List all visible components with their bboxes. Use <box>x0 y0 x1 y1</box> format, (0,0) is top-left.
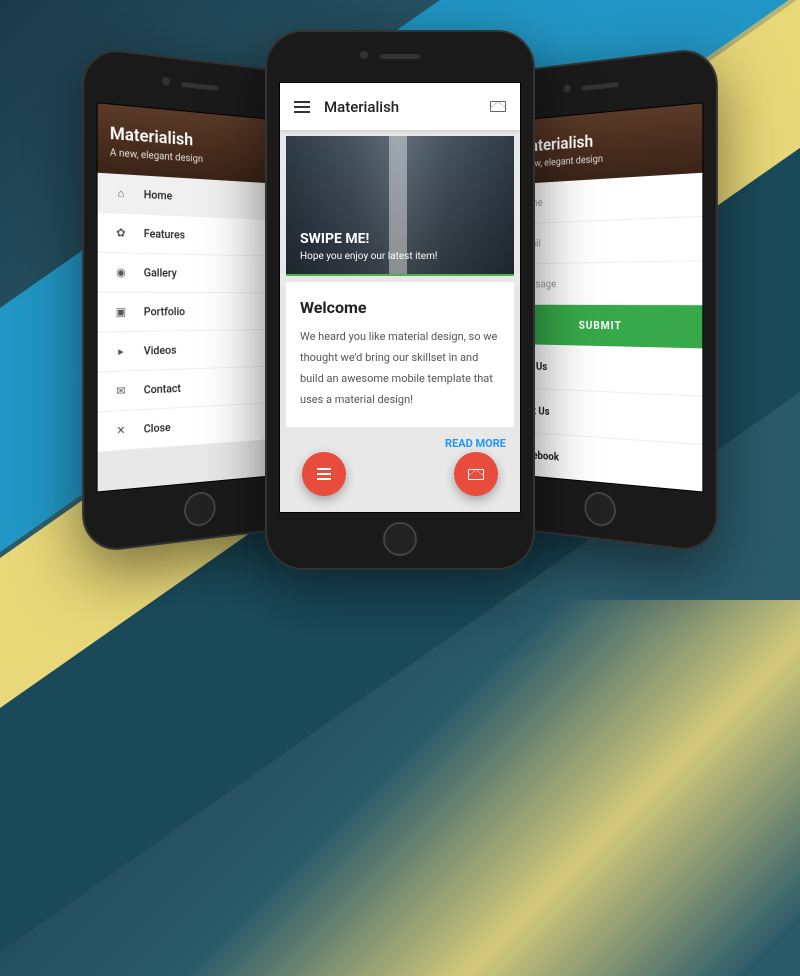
phone-center-main: Materialish SWIPE ME! Hope you enjoy our… <box>265 30 535 570</box>
menu-item-gallery[interactable]: ◉ Gallery <box>98 253 293 294</box>
hero-title: SWIPE ME! <box>300 231 500 247</box>
menu-label: Features <box>144 227 185 242</box>
left-header: Materialish A new, elegant design <box>98 103 293 184</box>
menu-label: Contact <box>144 382 181 397</box>
welcome-body: We heard you like material design, so we… <box>300 327 500 411</box>
welcome-card: Welcome We heard you like material desig… <box>286 282 514 427</box>
fab-menu[interactable] <box>302 452 346 496</box>
hero-accent <box>286 274 514 276</box>
right-header: Materialish A new, elegant design <box>507 103 702 184</box>
message-field[interactable]: Message <box>507 261 702 305</box>
appbar-title: Materialish <box>324 98 399 116</box>
hero-subtitle: Hope you enjoy our latest item! <box>300 251 500 262</box>
mail-icon: ✉ <box>112 384 130 398</box>
welcome-heading: Welcome <box>300 298 500 317</box>
close-icon: ✕ <box>112 423 130 438</box>
app-bar: Materialish <box>280 83 520 130</box>
home-icon: ⌂ <box>112 186 130 200</box>
mail-icon <box>468 469 484 480</box>
menu-item-portfolio[interactable]: ▣ Portfolio <box>98 293 293 333</box>
hamburger-icon[interactable] <box>294 98 310 116</box>
hero-banner[interactable]: SWIPE ME! Hope you enjoy our latest item… <box>286 136 514 276</box>
menu-label: Home <box>144 188 173 203</box>
contact-form: Name Email Message SUBMIT <box>507 173 702 349</box>
menu-label: Videos <box>144 344 177 358</box>
image-icon: ▣ <box>112 305 130 319</box>
hamburger-icon <box>317 465 331 483</box>
menu-item-features[interactable]: ✿ Features <box>98 213 293 257</box>
home-button[interactable] <box>383 522 417 556</box>
fab-mail[interactable] <box>454 452 498 496</box>
nav-menu: ⌂ Home ✿ Features ◉ Gallery ▣ Portfolio … <box>98 173 293 453</box>
menu-label: Close <box>144 421 171 436</box>
home-button[interactable] <box>584 490 616 527</box>
play-icon: ▸ <box>112 345 130 359</box>
home-button[interactable] <box>184 490 216 527</box>
email-field[interactable]: Email <box>507 217 702 265</box>
menu-label: Gallery <box>144 266 177 280</box>
mail-icon[interactable] <box>490 97 506 116</box>
submit-button[interactable]: SUBMIT <box>507 305 702 349</box>
gear-icon: ✿ <box>112 226 130 240</box>
menu-label: Portfolio <box>144 305 185 318</box>
camera-icon: ◉ <box>112 266 130 280</box>
